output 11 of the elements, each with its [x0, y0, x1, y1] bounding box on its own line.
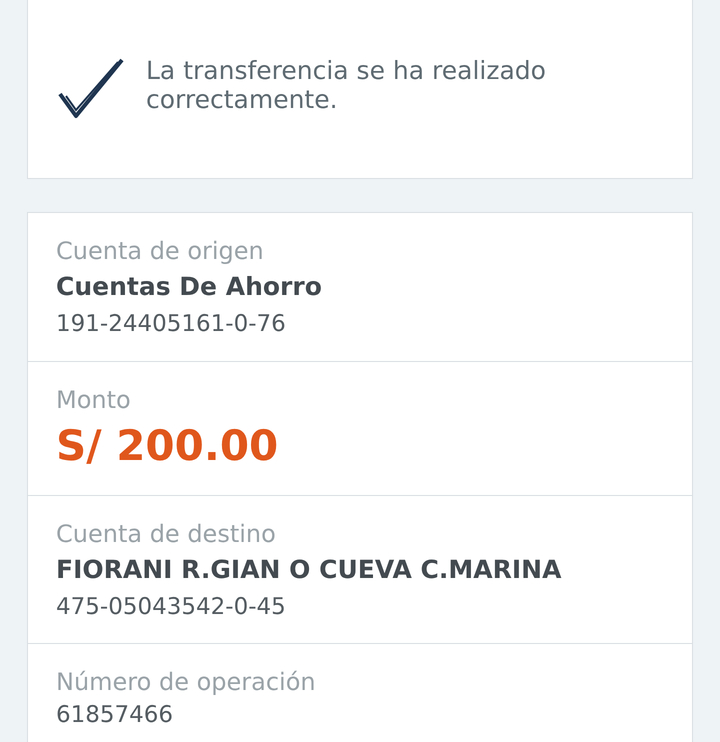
field-label: Cuenta de destino: [56, 519, 277, 550]
account-number: 191-24405161-0-76: [56, 310, 287, 339]
account-name: Cuentas De Ahorro: [56, 271, 323, 303]
account-name: FIORANI R.GIAN O CUEVA C.MARINA: [56, 554, 562, 586]
field-label: Número de operación: [56, 667, 317, 698]
operation-number: 61857466: [56, 701, 174, 730]
amount-value: S/ 200.00: [56, 420, 280, 472]
account-number: 475-05043542-0-45: [56, 593, 287, 622]
field-label: Cuenta de origen: [56, 236, 265, 267]
success-message: La transferencia se ha realizado correctamente.: [146, 56, 547, 114]
field-label: Monto: [56, 385, 132, 416]
